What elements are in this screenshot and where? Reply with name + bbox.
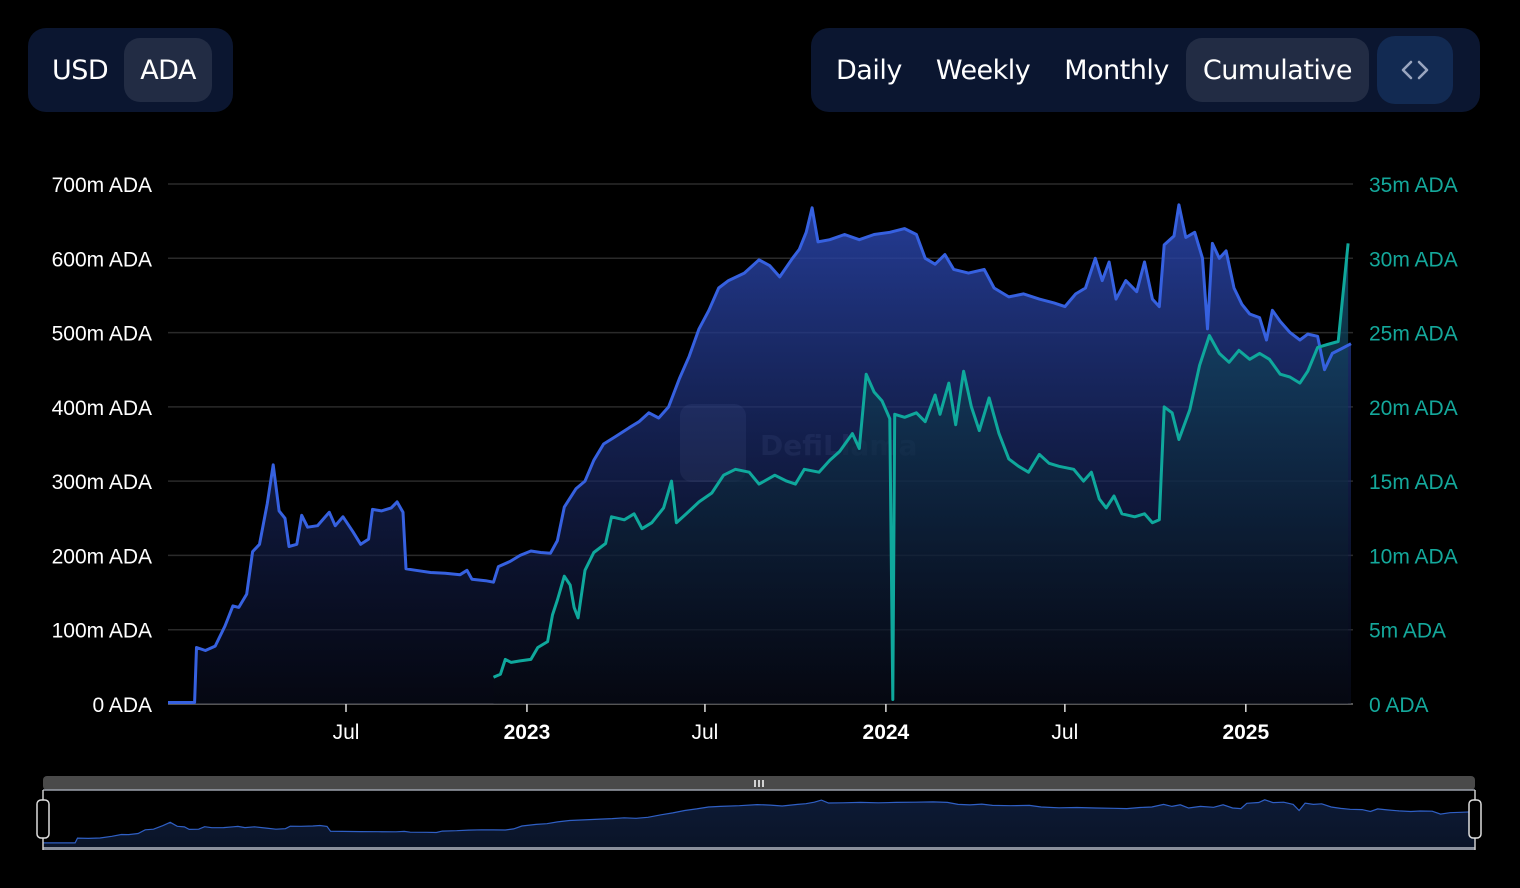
brush-mini-area	[43, 799, 1475, 847]
left-axis-tick-label: 700m ADA	[52, 174, 152, 197]
period-toggle: Daily Weekly Monthly Cumulative	[811, 28, 1480, 112]
area-layer	[168, 204, 1351, 705]
currency-ada-button[interactable]: ADA	[124, 38, 212, 102]
x-axis-tick-label: 2024	[863, 721, 910, 744]
left-axis-tick-label: 500m ADA	[52, 323, 152, 346]
right-axis-tick-label: 35m ADA	[1369, 174, 1458, 197]
x-axis-tick-label: Jul	[692, 721, 719, 744]
right-axis-tick-label: 15m ADA	[1369, 471, 1458, 494]
x-axis-tick-label: Jul	[333, 721, 360, 744]
x-axis: Jul 2023 Jul 2024 Jul 2025	[333, 704, 1269, 744]
right-axis-tick-label: 20m ADA	[1369, 397, 1458, 420]
x-axis-tick-label: 2025	[1222, 721, 1269, 744]
chart: DefiLlama 0 ADA100m ADA200m ADA300m ADA4…	[36, 174, 1482, 850]
x-axis-tick-label: 2023	[504, 721, 551, 744]
left-axis-tick-label: 400m ADA	[52, 397, 152, 420]
embed-button[interactable]	[1377, 36, 1453, 104]
right-y-axis: 0 ADA 5m ADA 10m ADA 15m ADA 20m ADA 25m ADA 3…	[1369, 174, 1458, 717]
right-axis-tick-label: 30m ADA	[1369, 248, 1458, 271]
period-daily-button[interactable]: Daily	[819, 38, 919, 102]
currency-usd-button[interactable]: USD	[36, 38, 124, 102]
brush-right-handle[interactable]	[1468, 799, 1482, 839]
period-cumulative-button[interactable]: Cumulative	[1185, 38, 1369, 102]
right-axis-tick-label: 0 ADA	[1369, 694, 1429, 717]
right-axis-tick-label: 25m ADA	[1369, 323, 1458, 346]
left-axis-tick-label: 200m ADA	[52, 545, 152, 568]
left-y-axis: 0 ADA 100m ADA 200m ADA 300m ADA 400m ADA 500…	[52, 174, 152, 717]
brush-left-handle[interactable]	[36, 799, 50, 839]
period-weekly-button[interactable]: Weekly	[919, 38, 1047, 102]
currency-toggle: USD ADA	[28, 28, 233, 112]
period-monthly-button[interactable]: Monthly	[1047, 38, 1186, 102]
code-brackets-icon	[1401, 60, 1429, 80]
range-brush[interactable]	[36, 776, 1482, 850]
left-axis-tick-label: 300m ADA	[52, 471, 152, 494]
left-axis-tick-label: 600m ADA	[52, 248, 152, 271]
x-axis-tick-label: Jul	[1051, 721, 1078, 744]
right-axis-tick-label: 5m ADA	[1369, 620, 1446, 643]
right-axis-tick-label: 10m ADA	[1369, 545, 1458, 568]
left-axis-tick-label: 0 ADA	[92, 694, 152, 717]
brush-bottom-border	[43, 847, 1475, 850]
left-axis-tick-label: 100m ADA	[52, 620, 152, 643]
